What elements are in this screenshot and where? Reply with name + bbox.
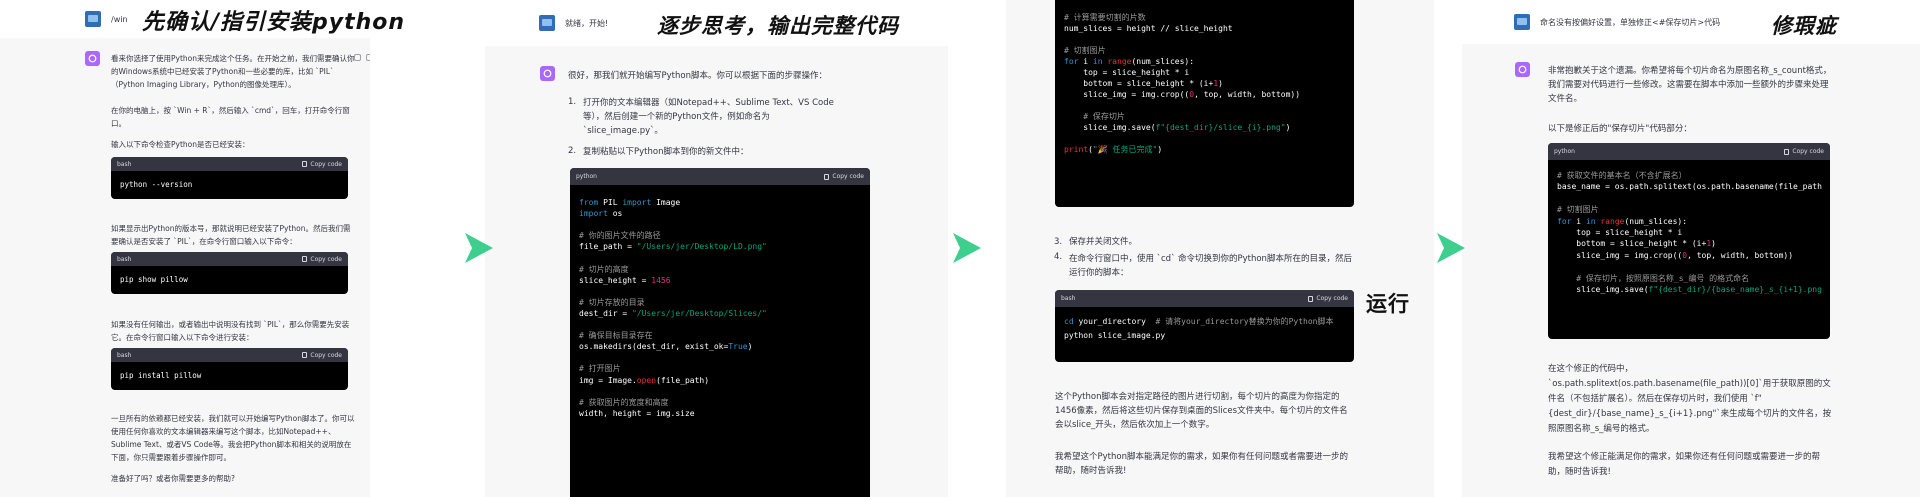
copy-code-button[interactable]: Copy code bbox=[302, 161, 342, 168]
reply-paragraph: 如果显示出Python的版本号，那就说明已经安装了Python。然后我们需要确认… bbox=[111, 224, 351, 246]
copy-code-button[interactable]: Copy code bbox=[1784, 148, 1824, 155]
reply-text: 在这个修正的代码中， bbox=[1548, 364, 1634, 374]
code-language: bash bbox=[117, 160, 132, 168]
user-avatar bbox=[539, 15, 555, 31]
code-language: bash bbox=[117, 351, 132, 359]
openai-logo-icon bbox=[88, 54, 97, 63]
user-message: 就绪，开始! bbox=[565, 18, 609, 28]
reply-paragraph: 我希望这个修正能满足你的需求，如果你还有任何问题或需要进一步的帮助，随时告诉我! bbox=[1548, 452, 1821, 477]
code-block: bash Copy code pip show pillow bbox=[111, 252, 348, 294]
code-block: python Copy code # 获取文件的基本名（不含扩展名） base_n… bbox=[1548, 143, 1830, 339]
user-avatar bbox=[1514, 14, 1530, 30]
user-avatar bbox=[85, 11, 101, 27]
clipboard-icon bbox=[1784, 148, 1790, 155]
copy-code-button[interactable]: Copy code bbox=[302, 256, 342, 263]
user-message: /win bbox=[111, 14, 128, 24]
chat-panel-3: # 计算需要切割的片数 num_slices = height // slice… bbox=[1006, 0, 1434, 497]
step-caption: 逐步思考，输出完整代码 bbox=[657, 14, 899, 38]
reply-paragraph: 看来你选择了使用Python来完成这个任务。在开始之前，我们需要确认你的Wind… bbox=[111, 52, 356, 91]
copy-code-button[interactable]: Copy code bbox=[824, 173, 864, 180]
next-step-arrow-icon bbox=[465, 233, 493, 263]
code-content: from PIL import Image import os # 你的图片文件… bbox=[579, 198, 767, 418]
code-content: python --version bbox=[120, 180, 193, 189]
clipboard-icon bbox=[302, 161, 308, 167]
step-text-part: 打开你的文本编辑器（如Notepad++、Sublime Text、VS Cod… bbox=[583, 98, 834, 122]
copy-code-button[interactable]: Copy code bbox=[1308, 295, 1348, 302]
step-number: 4. bbox=[1054, 252, 1063, 262]
code-language: bash bbox=[117, 255, 132, 263]
step-text: 复制粘贴以下Python脚本到你的新文件中： bbox=[583, 147, 749, 157]
chat-panel-1: /win 看来你选择了使用Python来完成这个任务。在开始之前，我们需要确认你… bbox=[0, 0, 370, 497]
code-language: python bbox=[1554, 148, 1575, 155]
clipboard-icon bbox=[824, 173, 830, 180]
step-number: 2. bbox=[568, 146, 577, 156]
reply-text: `os.path.splitext(os.path.basename(file_… bbox=[1548, 379, 1831, 404]
step-text: 保存并关闭文件。 bbox=[1069, 237, 1138, 247]
assistant-avatar bbox=[85, 51, 100, 66]
user-message: 命名没有按偏好设置，单独修正<#保存切片>代码 bbox=[1540, 17, 1721, 27]
reply-paragraph: 很好，那我们就开始编写Python脚本。你可以根据下面的步骤操作： bbox=[568, 71, 827, 81]
openai-logo-icon bbox=[543, 69, 552, 78]
code-content: cd your_directory # 请将your_directory替换为你… bbox=[1064, 317, 1334, 340]
chat-panel-2: 就绪，开始! 很好，那我们就开始编写Python脚本。你可以根据下面的步骤操作：… bbox=[485, 0, 948, 497]
clipboard-icon bbox=[302, 352, 308, 358]
next-step-arrow-icon bbox=[953, 233, 981, 263]
clipboard-icon bbox=[1308, 295, 1314, 302]
reply-paragraph: 在你的电脑上，按 `Win + R`，然后输入 `cmd`，回车，打开命令行窗口… bbox=[111, 106, 350, 128]
code-block: bash Copy code python --version bbox=[111, 157, 348, 199]
copy-code-button[interactable]: Copy code bbox=[302, 352, 342, 359]
step-text: 在命令行窗口中，使用 `cd` 命令切换到你的Python脚本所在的目录，然后运… bbox=[1069, 254, 1352, 278]
assistant-avatar bbox=[1515, 62, 1530, 77]
step-caption: 先确认/指引安装python bbox=[142, 10, 406, 35]
clipboard-icon bbox=[302, 256, 308, 262]
reply-paragraph: 非常抱歉关于这个遗漏。你希望将每个切片命名为原图名称_s_count格式，我们需… bbox=[1548, 66, 1832, 104]
thumbs-up-icon[interactable] bbox=[366, 54, 370, 61]
code-content: # 计算需要切割的片数 num_slices = height // slice… bbox=[1064, 13, 1301, 154]
step-text: 打开你的文本编辑器（如Notepad++、Sublime Text、VS Cod… bbox=[583, 96, 838, 138]
step-caption: 运行 bbox=[1366, 292, 1410, 316]
step-number: 1. bbox=[568, 97, 577, 107]
step-text-part: `slice_image.py`。 bbox=[583, 126, 663, 136]
reply-paragraph: 准备好了吗？或者你需要更多的帮助? bbox=[111, 474, 235, 483]
reply-paragraph: 如果没有任何输出，或者输出中说明没有找到 `PIL`，那么你需要先安装它。在命令… bbox=[111, 320, 350, 342]
code-language: bash bbox=[1061, 295, 1076, 302]
reply-paragraph: 输入以下命令检查Python是否已经安装： bbox=[111, 140, 250, 149]
reply-paragraph: 这个Python脚本会对指定路径的图片进行切割，每个切片的高度为你指定的1456… bbox=[1055, 392, 1348, 430]
message-actions bbox=[354, 54, 370, 61]
reply-paragraph: 在这个修正的代码中， `os.path.splitext(os.path.bas… bbox=[1548, 362, 1833, 437]
code-block: # 计算需要切割的片数 num_slices = height // slice… bbox=[1055, 0, 1354, 207]
code-language: python bbox=[576, 173, 597, 180]
assistant-avatar bbox=[540, 66, 555, 81]
step-number: 3. bbox=[1054, 237, 1063, 247]
code-content: # 获取文件的基本名（不含扩展名） base_name = os.path.sp… bbox=[1557, 171, 1822, 295]
code-block: bash Copy code pip install pillow bbox=[111, 348, 348, 390]
step-caption: 修瑕疵 bbox=[1771, 14, 1837, 38]
code-block: python Copy code from PIL import Image im… bbox=[570, 168, 870, 497]
code-content: pip install pillow bbox=[120, 371, 202, 380]
reply-paragraph: 我希望这个Python脚本能满足你的需求，如果你有任何问题或者需要进一步的帮助，… bbox=[1055, 452, 1348, 476]
next-step-arrow-icon bbox=[1437, 233, 1465, 263]
user-message-row: 命名没有按偏好设置，单独修正<#保存切片>代码 bbox=[1462, 0, 1920, 44]
code-content: pip show pillow bbox=[120, 275, 188, 284]
reply-paragraph: 以下是修正后的"保存切片"代码部分： bbox=[1548, 124, 1692, 134]
reply-paragraph: 一旦所有的依赖都已经安装，我们就可以开始编写Python脚本了。你可以使用任何你… bbox=[111, 414, 355, 462]
chat-panel-4: 命名没有按偏好设置，单独修正<#保存切片>代码 非常抱歉关于这个遗漏。你希望将每… bbox=[1462, 0, 1920, 497]
code-block: bash Copy code cd your_directory # 请将your… bbox=[1055, 290, 1354, 362]
openai-logo-icon bbox=[1518, 65, 1527, 74]
